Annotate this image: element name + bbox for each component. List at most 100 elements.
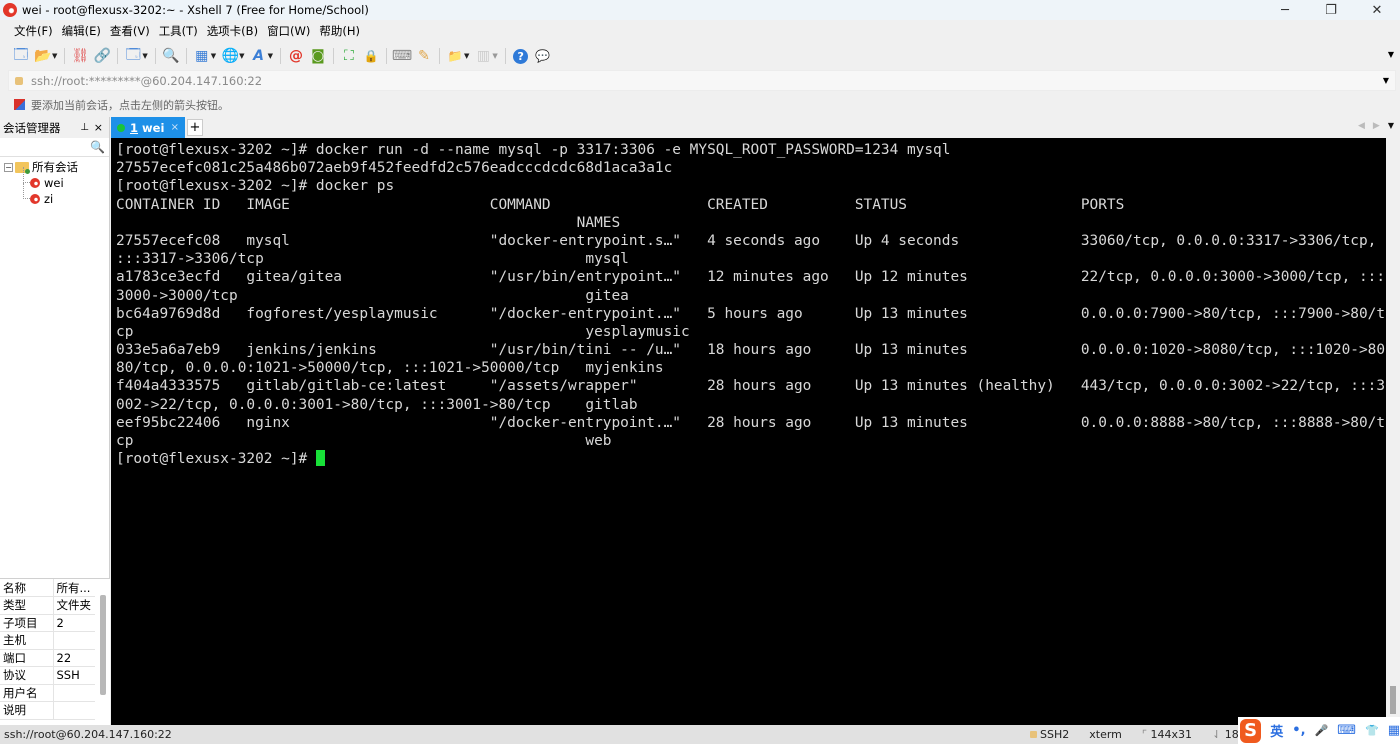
tree-item-all-sessions[interactable]: − 所有会话 bbox=[0, 159, 109, 175]
reconnect-icon[interactable]: ⛓ bbox=[69, 46, 91, 66]
find-icon[interactable]: 🔍 bbox=[160, 46, 182, 66]
terminal-line: [root@flexusx-3202 ~]# docker ps bbox=[116, 178, 395, 195]
property-value bbox=[53, 701, 95, 720]
terminal[interactable]: [root@flexusx-3202 ~]# docker run -d --n… bbox=[111, 138, 1386, 725]
chat-icon[interactable]: 💬 bbox=[532, 46, 554, 66]
ime-language-toggle[interactable]: 英 bbox=[1270, 721, 1283, 740]
property-value: 2 bbox=[53, 614, 95, 632]
disconnect-icon[interactable]: 🔗 bbox=[91, 46, 113, 66]
terminal-line: 80/tcp, 0.0.0.0:1021->50000/tcp, :::1021… bbox=[116, 360, 664, 377]
toolbar-overflow-icon[interactable]: ▼ bbox=[1388, 50, 1394, 59]
collapse-icon[interactable]: − bbox=[4, 162, 13, 172]
close-tab-icon[interactable]: × bbox=[171, 122, 179, 133]
sogou-logo-icon[interactable]: S bbox=[1240, 718, 1262, 743]
terminal-scrollbar[interactable] bbox=[1386, 138, 1400, 725]
xshell-logo-icon bbox=[3, 3, 17, 17]
help-icon[interactable]: ? bbox=[510, 46, 532, 66]
property-row: 端口 22 bbox=[0, 649, 95, 667]
pin-icon[interactable]: ⊥ bbox=[80, 122, 89, 133]
new-session-icon[interactable]: 🗔 bbox=[10, 46, 32, 66]
menu-view[interactable]: 查看(V) bbox=[110, 23, 150, 39]
xftp-icon[interactable]: ◙ bbox=[307, 46, 329, 66]
session-tree: − 所有会话 wei zi bbox=[0, 157, 109, 207]
properties-dropdown-icon[interactable]: ▼ bbox=[142, 52, 147, 60]
terminal-line: 033e5a6a7eb9 jenkins/jenkins "/usr/bin/t… bbox=[116, 342, 1386, 359]
window-title: wei - root@flexusx-3202:~ - Xshell 7 (Fr… bbox=[22, 3, 369, 17]
menu-window[interactable]: 窗口(W) bbox=[267, 23, 310, 39]
layout-icon[interactable]: ▦ bbox=[191, 46, 213, 66]
split-icon[interactable]: ▥ bbox=[472, 46, 494, 66]
split-dropdown-icon[interactable]: ▼ bbox=[492, 52, 497, 60]
status-connection: ssh://root@60.204.147.160:22 bbox=[4, 728, 172, 741]
tab-next-icon[interactable]: ▶ bbox=[1373, 121, 1380, 131]
status-size: ⌜ 144x31 bbox=[1142, 728, 1192, 741]
toolbar-separator bbox=[385, 48, 387, 64]
session-manager-title: 会话管理器 bbox=[3, 120, 61, 135]
property-row: 类型 文件夹 bbox=[0, 596, 95, 615]
skin-icon[interactable]: 👕 bbox=[1365, 724, 1379, 737]
toolbar: 🗔 📂 ▼ ⛓ 🔗 🗔 ▼ 🔍 ▦ ▼ 🌐 ▼ A ▼ @ ◙ ⛶ 🔒 ⌨ ✎ … bbox=[0, 42, 1400, 70]
toolbar-separator bbox=[185, 48, 187, 64]
session-icon bbox=[30, 194, 40, 204]
help-glyph: ? bbox=[513, 48, 529, 64]
status-terminal-type: xterm bbox=[1089, 728, 1122, 741]
restore-button[interactable]: ❐ bbox=[1308, 0, 1354, 20]
menu-help[interactable]: 帮助(H) bbox=[319, 23, 360, 39]
menu-tools[interactable]: 工具(T) bbox=[159, 23, 198, 39]
add-session-arrow-icon[interactable] bbox=[14, 99, 25, 110]
menu-file[interactable]: 文件(F) bbox=[14, 23, 53, 39]
tree-item-zi[interactable]: zi bbox=[0, 183, 109, 207]
tree-item-label: zi bbox=[44, 192, 54, 206]
font-dropdown-icon[interactable]: ▼ bbox=[268, 52, 273, 60]
property-row: 名称 所有... bbox=[0, 579, 95, 597]
address-dropdown-icon[interactable]: ▼ bbox=[1383, 76, 1389, 85]
new-tab-button[interactable]: + bbox=[187, 119, 203, 136]
close-panel-icon[interactable]: × bbox=[94, 121, 103, 134]
font-icon[interactable]: A bbox=[248, 46, 270, 66]
layout-dropdown-icon[interactable]: ▼ bbox=[211, 52, 216, 60]
new-folder-icon[interactable]: 📁 bbox=[444, 46, 466, 66]
open-dropdown-icon[interactable]: ▼ bbox=[52, 52, 57, 60]
keyboard-icon[interactable]: ⌨ bbox=[1337, 723, 1356, 738]
menu-edit[interactable]: 编辑(E) bbox=[62, 23, 101, 39]
open-folder-icon[interactable]: 📂 bbox=[32, 46, 54, 66]
session-properties-icon[interactable]: 🗔 bbox=[122, 46, 144, 66]
session-manager-header: 会话管理器 ⊥ × bbox=[0, 117, 109, 138]
session-search-input[interactable]: 🔍 bbox=[0, 138, 109, 157]
xshell-icon[interactable]: @ bbox=[285, 46, 307, 66]
tab-navigation: ◀ ▶ ▼ bbox=[1358, 121, 1394, 131]
highlight-icon[interactable]: ✎ bbox=[413, 46, 435, 66]
terminal-line: 3000->3000/tcp gitea bbox=[116, 287, 629, 304]
toolbar-separator bbox=[154, 48, 156, 64]
properties-table: 名称 所有... 类型 文件夹 子项目 2 主机 端口 22 协议 SSH 用户名 说明 bbox=[0, 579, 95, 720]
keyboard-icon[interactable]: ⌨ bbox=[391, 46, 413, 66]
lock-icon[interactable]: 🔒 bbox=[360, 46, 382, 66]
toolbox-icon[interactable]: ▦ bbox=[1388, 723, 1400, 738]
punctuation-icon[interactable]: •, bbox=[1292, 723, 1305, 738]
fullscreen-icon[interactable]: ⛶ bbox=[338, 46, 360, 66]
search-icon[interactable]: 🔍 bbox=[90, 140, 105, 154]
tab-prev-icon[interactable]: ◀ bbox=[1358, 121, 1365, 131]
terminal-line: a1783ce3ecfd gitea/gitea "/usr/bin/entry… bbox=[116, 269, 1386, 286]
lock-icon bbox=[15, 76, 23, 85]
properties-scrollbar[interactable] bbox=[100, 595, 106, 695]
close-window-button[interactable]: ✕ bbox=[1354, 0, 1400, 20]
properties-panel: 名称 所有... 类型 文件夹 子项目 2 主机 端口 22 协议 SSH 用户名 说明 bbox=[0, 578, 110, 725]
address-bar[interactable]: ssh://root:*********@60.204.147.160:22 ▼ bbox=[8, 70, 1396, 91]
property-value: 所有... bbox=[53, 579, 95, 597]
tree-item-wei[interactable]: wei bbox=[0, 167, 109, 191]
menu-tabs[interactable]: 选项卡(B) bbox=[207, 23, 258, 39]
globe-dropdown-icon[interactable]: ▼ bbox=[239, 52, 244, 60]
microphone-icon[interactable]: 🎤 bbox=[1315, 724, 1329, 737]
tab-list-dropdown-icon[interactable]: ▼ bbox=[1388, 121, 1394, 131]
scrollbar-thumb[interactable] bbox=[1390, 686, 1396, 714]
terminal-line: eef95bc22406 nginx "/docker-entrypoint.…… bbox=[116, 414, 1386, 431]
tab-label: wei bbox=[142, 120, 165, 135]
property-value: 文件夹 bbox=[53, 596, 95, 615]
terminal-line: bc64a9769d8d fogforest/yesplaymusic "/do… bbox=[116, 305, 1386, 322]
address-input[interactable]: ssh://root:*********@60.204.147.160:22 bbox=[31, 74, 262, 88]
minimize-button[interactable]: ─ bbox=[1262, 0, 1308, 20]
tab-wei[interactable]: 1 wei × bbox=[111, 117, 185, 138]
folder-dropdown-icon[interactable]: ▼ bbox=[464, 52, 469, 60]
globe-icon[interactable]: 🌐 bbox=[219, 46, 241, 66]
